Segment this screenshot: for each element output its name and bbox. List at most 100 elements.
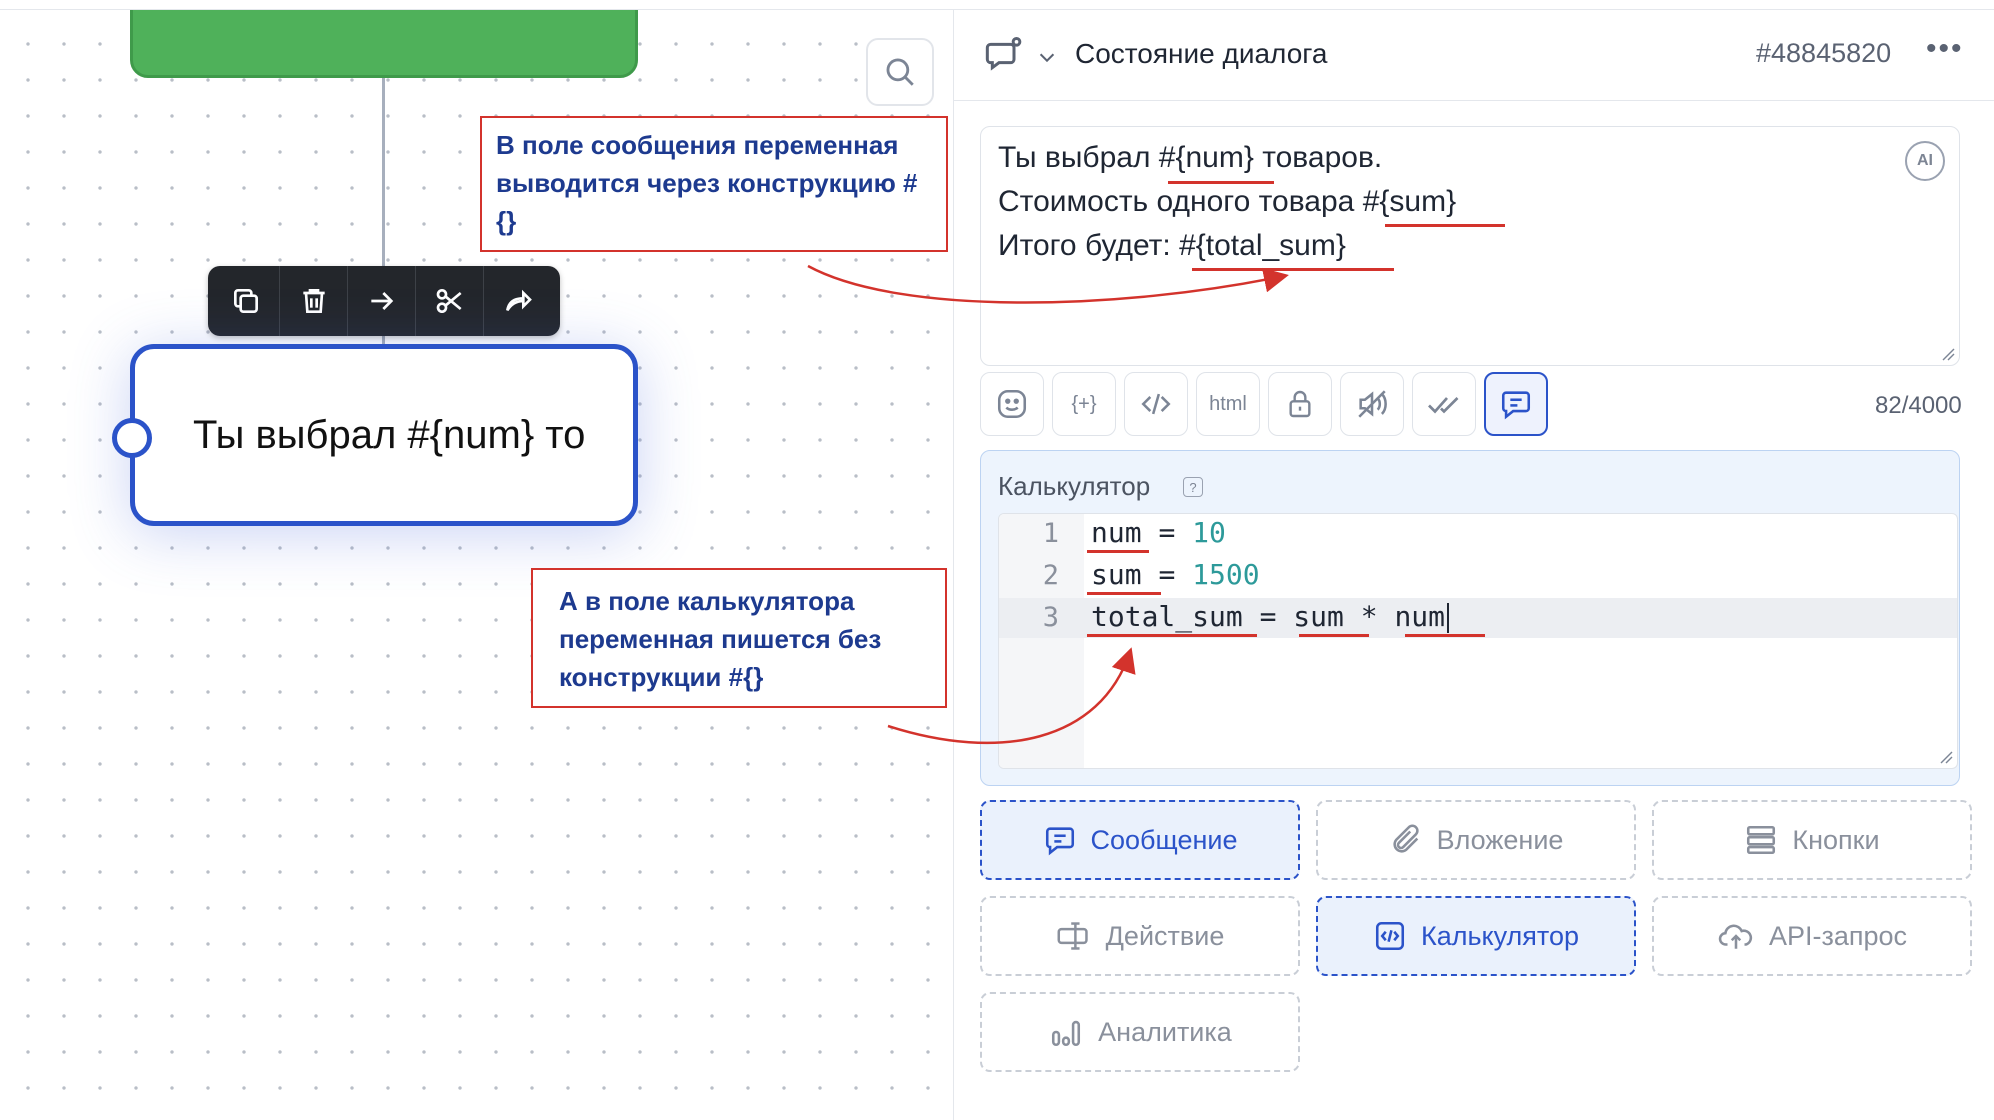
underline-code-num <box>1087 550 1149 553</box>
emoji-button[interactable] <box>980 372 1044 436</box>
delete-node-button[interactable] <box>280 266 348 336</box>
block-label: Аналитика <box>1098 1016 1232 1047</box>
share-icon <box>506 289 532 312</box>
variable-icon: {+} <box>1071 392 1097 415</box>
search-icon <box>886 58 914 86</box>
line-number: 3 <box>1042 602 1059 633</box>
block-calculator-button[interactable]: Калькулятор <box>1316 896 1636 976</box>
code-line-3: total_sum = sum * num <box>1091 600 1450 633</box>
code-expression: sum * num <box>1293 600 1446 633</box>
flow-canvas[interactable]: Ты выбрал #{num} то В поле сообщения пер… <box>0 0 953 1120</box>
mute-button[interactable] <box>1340 372 1404 436</box>
code-line-2: sum = 1500 <box>1091 558 1260 591</box>
canvas-search-button[interactable] <box>866 38 934 106</box>
underline-sum <box>1385 224 1505 227</box>
node-text: Ты выбрал #{num} то <box>193 412 586 457</box>
block-action-button[interactable]: Действие <box>980 896 1300 976</box>
block-label: Действие <box>1105 920 1225 951</box>
emoji-icon <box>997 389 1027 419</box>
block-label: Вложение <box>1436 824 1564 855</box>
block-api-request-button[interactable]: API-запрос <box>1652 896 1972 976</box>
code-variable: num <box>1091 516 1142 549</box>
action-icon <box>1057 922 1088 950</box>
block-label: API-запрос <box>1768 920 1908 951</box>
code-number: 10 <box>1192 516 1226 549</box>
line-number-gutter <box>999 514 1084 768</box>
help-icon[interactable]: ? <box>1183 477 1203 497</box>
lock-icon <box>1289 390 1311 418</box>
buttons-icon <box>1747 825 1776 855</box>
message-line-2: Стоимость одного товара #{sum} <box>998 185 1457 218</box>
node-toolbar <box>208 266 560 336</box>
panel-title: Состояние диалога <box>1075 38 1328 69</box>
double-check-icon <box>1428 397 1459 414</box>
block-label: Сообщение <box>1090 824 1238 855</box>
message-mode-button[interactable] <box>1484 372 1548 436</box>
code-operator: = <box>1259 600 1277 633</box>
previous-node[interactable] <box>130 0 638 78</box>
underline-total-sum <box>1192 268 1394 271</box>
dialog-state-panel: Состояние диалога #48845820 ••• Ты выбра… <box>953 10 1994 1120</box>
message-icon <box>1045 827 1074 856</box>
text-cursor <box>1447 603 1450 633</box>
analytics-icon <box>1052 1020 1081 1047</box>
underline-code-num-2 <box>1405 634 1485 637</box>
underline-code-total-sum <box>1087 634 1257 637</box>
html-button[interactable]: html <box>1196 372 1260 436</box>
mute-icon <box>1358 390 1387 418</box>
code-button[interactable] <box>1124 372 1188 436</box>
connect-node-button[interactable] <box>348 266 416 336</box>
scissors-icon <box>436 289 462 313</box>
top-border <box>0 0 1994 10</box>
code-operator: = <box>1158 516 1176 549</box>
trash-icon <box>302 289 325 313</box>
line-number: 1 <box>1042 518 1059 549</box>
message-line-3: Итого будет: #{total_sum} <box>998 229 1346 262</box>
copy-node-button[interactable] <box>212 266 280 336</box>
code-number: 1500 <box>1192 558 1260 591</box>
attachment-icon <box>1392 824 1419 853</box>
html-icon: html <box>1209 392 1247 415</box>
cloud-upload-icon <box>1718 924 1753 949</box>
ai-assistant-button[interactable]: AI <box>1905 141 1945 181</box>
message-node[interactable]: Ты выбрал #{num} то <box>130 344 638 526</box>
calculator-label: Калькулятор <box>998 471 1151 501</box>
annotation-message-field: В поле сообщения переменная выводится че… <box>480 116 948 252</box>
message-icon <box>1501 391 1531 420</box>
underline-code-sum <box>1087 592 1161 595</box>
dialog-id: #48845820 <box>1756 38 1892 68</box>
message-line-1: Ты выбрал #{num} товаров. <box>998 141 1383 174</box>
block-message-button[interactable]: Сообщение <box>980 800 1300 880</box>
read-receipt-button[interactable] <box>1412 372 1476 436</box>
code-variable: sum <box>1091 558 1142 591</box>
code-operator: = <box>1158 558 1176 591</box>
block-attachment-button[interactable]: Вложение <box>1316 800 1636 880</box>
code-icon <box>1141 393 1171 415</box>
resize-handle-icon[interactable] <box>1939 750 1953 764</box>
lock-button[interactable] <box>1268 372 1332 436</box>
code-line-1: num = 10 <box>1091 516 1226 549</box>
arrow-right-icon <box>370 292 393 310</box>
block-label: Калькулятор <box>1420 920 1580 951</box>
chat-status-icon[interactable] <box>984 36 1024 76</box>
underline-num <box>1168 181 1274 184</box>
character-counter: 82/4000 <box>1875 392 1962 419</box>
insert-variable-button[interactable]: {+} <box>1052 372 1116 436</box>
more-menu-button[interactable]: ••• <box>1926 32 1964 66</box>
cut-node-button[interactable] <box>416 266 484 336</box>
block-analytics-button[interactable]: Аналитика <box>980 992 1300 1072</box>
panel-header: Состояние диалога #48845820 ••• <box>954 10 1994 101</box>
share-node-button[interactable] <box>484 266 552 336</box>
copy-icon <box>233 289 258 313</box>
code-variable: total_sum <box>1091 600 1243 633</box>
node-input-port[interactable] <box>112 418 152 458</box>
block-buttons-button[interactable]: Кнопки <box>1652 800 1972 880</box>
block-label: Кнопки <box>1792 824 1880 855</box>
calculator-icon <box>1375 921 1404 951</box>
resize-handle-icon[interactable] <box>1941 347 1955 361</box>
calculator-block: Калькулятор ? 1 2 3 num = 10 sum = 1500 … <box>980 450 1960 786</box>
chevron-down-icon[interactable] <box>1036 46 1058 68</box>
line-number: 2 <box>1042 560 1059 591</box>
underline-code-sum-2 <box>1299 634 1369 637</box>
message-textarea[interactable]: Ты выбрал #{num} товаров. Стоимость одно… <box>980 126 1960 366</box>
